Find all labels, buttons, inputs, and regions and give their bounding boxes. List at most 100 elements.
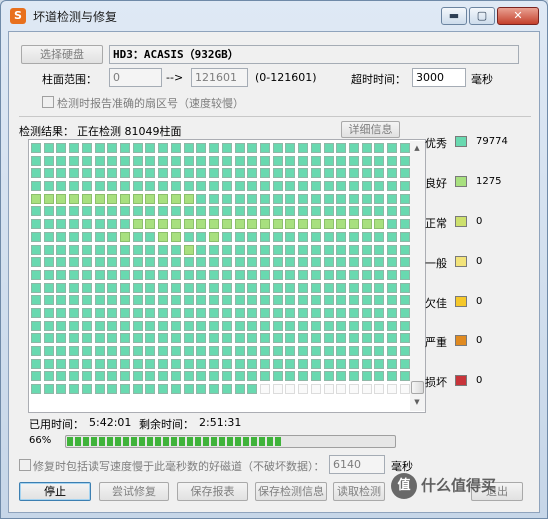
sector-block	[120, 244, 131, 255]
sector-block	[209, 168, 220, 179]
sector-block	[94, 346, 105, 356]
sector-block	[56, 206, 67, 217]
sector-block	[298, 346, 309, 356]
sector-block	[361, 371, 372, 382]
sector-block	[247, 358, 258, 369]
scroll-thumb[interactable]	[411, 381, 424, 394]
maximize-button[interactable]: ▢	[469, 7, 495, 25]
sector-block	[310, 269, 321, 280]
sector-block	[132, 206, 143, 217]
sector-block	[374, 219, 385, 230]
sector-block	[298, 320, 309, 331]
sector-block	[298, 244, 309, 255]
details-button[interactable]: 详细信息	[341, 121, 400, 138]
sector-block	[120, 307, 131, 318]
sector-block	[31, 206, 41, 217]
sector-block	[120, 143, 131, 153]
sector-block	[272, 269, 283, 280]
range-end-input[interactable]: 121601	[191, 68, 248, 87]
sector-block	[348, 181, 359, 192]
legend-label: 正常	[425, 217, 447, 230]
repair-ms-input[interactable]: 6140	[329, 455, 385, 474]
sector-block	[183, 358, 194, 369]
sector-block	[196, 143, 207, 153]
sector-block	[259, 371, 270, 382]
sector-block	[361, 219, 372, 230]
sector-block	[31, 181, 41, 192]
timeout-input[interactable]: 3000	[412, 68, 466, 87]
sector-block	[31, 307, 41, 318]
close-button[interactable]: ✕	[497, 7, 539, 25]
sector-block	[43, 358, 54, 369]
sector-block	[196, 155, 207, 166]
sector-block	[361, 358, 372, 369]
title-bar[interactable]: S 坏道检测与修复 ▬ ▢ ✕	[1, 1, 547, 31]
sector-block	[107, 269, 118, 280]
sector-block	[120, 193, 131, 204]
save-report-button[interactable]: 保存报表	[177, 482, 248, 501]
report-sector-checkbox[interactable]	[42, 96, 54, 108]
sector-block	[348, 320, 359, 331]
sector-block	[323, 282, 334, 293]
minimize-button[interactable]: ▬	[441, 7, 467, 25]
sector-block	[285, 143, 296, 153]
sector-block	[348, 206, 359, 217]
sector-block	[298, 143, 309, 153]
sector-block	[183, 168, 194, 179]
sector-block	[387, 231, 398, 242]
sector-block	[170, 384, 181, 395]
sector-block	[107, 244, 118, 255]
sector-block	[69, 371, 80, 382]
sector-block	[259, 231, 270, 242]
sector-block	[56, 231, 67, 242]
sector-block	[196, 320, 207, 331]
range-start-input[interactable]: 0	[109, 68, 162, 87]
watermark-text: 什么值得买	[421, 476, 497, 495]
sector-block	[94, 384, 105, 395]
sector-block	[43, 269, 54, 280]
sector-block	[310, 257, 321, 268]
sector-block	[234, 320, 245, 331]
sector-block	[107, 231, 118, 242]
sector-block	[158, 231, 169, 242]
sector-block	[310, 307, 321, 318]
sector-block	[56, 333, 67, 344]
sector-block	[107, 333, 118, 344]
sector-block	[361, 168, 372, 179]
select-disk-button[interactable]: 选择硬盘	[21, 45, 103, 64]
sector-block	[323, 231, 334, 242]
scroll-down-icon[interactable]: ▼	[412, 398, 422, 406]
sector-block	[374, 181, 385, 192]
sector-block	[259, 193, 270, 204]
stop-button[interactable]: 停止	[19, 482, 91, 501]
sector-block	[272, 231, 283, 242]
sector-block	[399, 371, 410, 382]
read-result-button[interactable]: 读取检测	[333, 482, 385, 501]
sector-block	[221, 244, 232, 255]
sector-block	[285, 269, 296, 280]
sector-block	[310, 346, 321, 356]
sector-block	[310, 295, 321, 306]
sector-block	[336, 371, 347, 382]
sector-block	[69, 333, 80, 344]
sector-block	[145, 320, 156, 331]
sector-block	[170, 358, 181, 369]
sector-block	[158, 346, 169, 356]
sector-block	[183, 219, 194, 230]
scroll-up-icon[interactable]: ▲	[412, 144, 422, 152]
sector-block	[43, 181, 54, 192]
sector-block	[310, 193, 321, 204]
sector-block	[234, 206, 245, 217]
sector-block	[336, 193, 347, 204]
sector-block	[374, 244, 385, 255]
legend-swatch	[455, 176, 467, 187]
sector-block	[310, 333, 321, 344]
sector-block	[69, 295, 80, 306]
sector-block	[221, 269, 232, 280]
try-repair-button[interactable]: 尝试修复	[99, 482, 169, 501]
repair-option-checkbox[interactable]	[19, 459, 31, 471]
sector-block	[259, 168, 270, 179]
grid-scrollbar[interactable]: ▲ ▼	[410, 141, 425, 411]
save-result-button[interactable]: 保存检测信息	[255, 482, 327, 501]
sector-block	[132, 231, 143, 242]
